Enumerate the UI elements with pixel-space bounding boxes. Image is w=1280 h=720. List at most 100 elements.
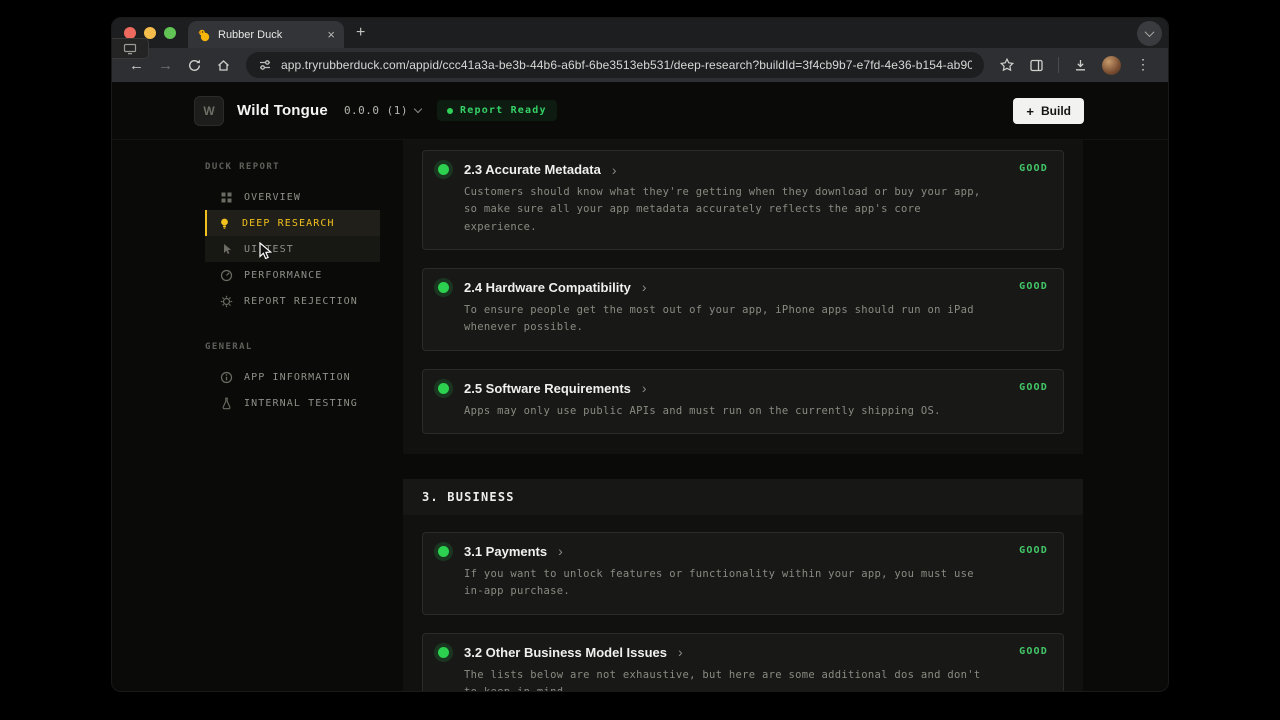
app-body: DUCK REPORT OVERVIEW — [112, 140, 1168, 691]
card-software-requirements[interactable]: 2.5 Software Requirements › GOOD Apps ma… — [422, 369, 1064, 434]
status-dot-icon — [438, 164, 449, 175]
browser-tab[interactable]: Rubber Duck × — [188, 21, 344, 48]
pointer-icon — [220, 243, 233, 256]
status-badge: GOOD — [1019, 163, 1048, 174]
status-dot-icon — [438, 546, 449, 557]
toolbar-right: ⋮ — [992, 56, 1158, 75]
tab-strip: Rubber Duck × + — [112, 18, 1168, 48]
card-title: 3.2 Other Business Model Issues — [464, 645, 667, 660]
sidebar-item-deep-research[interactable]: DEEP RESEARCH — [205, 210, 380, 236]
browser-toolbar: ← → app.tryrubberduck.com/appid/cc — [112, 48, 1168, 82]
chevron-down-icon — [414, 105, 422, 113]
screen-capture-indicator[interactable] — [112, 38, 149, 59]
report-content: 2.3 Accurate Metadata › GOOD Customers s… — [403, 140, 1083, 691]
card-payments[interactable]: 3.1 Payments › GOOD If you want to unloc… — [422, 532, 1064, 615]
tab-close-icon[interactable]: × — [327, 28, 335, 41]
profile-avatar[interactable] — [1102, 56, 1121, 75]
card-accurate-metadata[interactable]: 2.3 Accurate Metadata › GOOD Customers s… — [422, 150, 1064, 250]
card-hardware-compatibility[interactable]: 2.4 Hardware Compatibility › GOOD To ens… — [422, 268, 1064, 351]
status-badge: GOOD — [1019, 545, 1048, 556]
app-header: W Wild Tongue 0.0.0 (1) Report Ready + B… — [112, 82, 1168, 140]
app-name: Wild Tongue — [237, 102, 328, 119]
grid-icon — [220, 191, 233, 204]
status-dot-icon — [438, 383, 449, 394]
card-description: To ensure people get the most out of you… — [464, 302, 1048, 337]
sidebar-item-label: OVERVIEW — [244, 192, 301, 203]
sidebar-item-label: INTERNAL TESTING — [244, 398, 358, 409]
status-dot-icon — [438, 282, 449, 293]
status-dot-icon — [447, 108, 453, 114]
bookmark-star-icon[interactable] — [999, 57, 1015, 73]
status-dot-icon — [438, 647, 449, 658]
status-badge: GOOD — [1019, 281, 1048, 292]
back-icon[interactable]: ← — [129, 58, 144, 73]
sidebar-item-app-information[interactable]: APP INFORMATION — [205, 364, 380, 390]
card-description: If you want to unlock features or functi… — [464, 566, 1048, 601]
chevron-right-icon: › — [612, 163, 617, 177]
side-panel-icon[interactable] — [1029, 58, 1044, 73]
tab-title: Rubber Duck — [218, 29, 320, 41]
card-title: 2.3 Accurate Metadata — [464, 162, 601, 177]
sidebar-item-report-rejection[interactable]: REPORT REJECTION — [205, 288, 380, 314]
build-button-label: Build — [1041, 104, 1071, 118]
url-bar[interactable]: app.tryrubberduck.com/appid/ccc41a3a-be3… — [246, 52, 984, 78]
site-settings-icon[interactable] — [258, 58, 272, 72]
flask-icon — [220, 397, 233, 410]
plus-icon: + — [1026, 105, 1034, 118]
sidebar-item-label: PERFORMANCE — [244, 270, 322, 281]
status-badge: GOOD — [1019, 646, 1048, 657]
toolbar-divider — [1058, 57, 1059, 73]
card-group-guidelines-2: 2.3 Accurate Metadata › GOOD Customers s… — [403, 140, 1083, 454]
chevron-down-icon — [1145, 27, 1155, 37]
section-heading: 3. BUSINESS — [403, 479, 1083, 515]
chevron-right-icon: › — [558, 544, 563, 558]
home-icon[interactable] — [216, 58, 231, 73]
duck-favicon-icon — [197, 28, 211, 42]
chevron-right-icon: › — [678, 645, 683, 659]
forward-icon[interactable]: → — [158, 58, 173, 73]
info-icon — [220, 371, 233, 384]
browser-window: Rubber Duck × + ← → — [112, 18, 1168, 691]
new-tab-button[interactable]: + — [356, 25, 365, 41]
card-other-business-model-issues[interactable]: 3.2 Other Business Model Issues › GOOD T… — [422, 633, 1064, 692]
card-group-business: 3.1 Payments › GOOD If you want to unloc… — [403, 515, 1083, 691]
gauge-icon — [220, 269, 233, 282]
card-title: 2.5 Software Requirements — [464, 381, 631, 396]
card-title: 2.4 Hardware Compatibility — [464, 280, 631, 295]
section-business: 3. BUSINESS 3.1 Payments › GOOD If you w… — [403, 479, 1083, 691]
sidebar-item-label: DEEP RESEARCH — [242, 218, 335, 229]
lightbulb-icon — [218, 217, 231, 230]
report-status-badge: Report Ready — [437, 100, 557, 121]
card-description: Customers should know what they're getti… — [464, 184, 1048, 236]
mouse-cursor — [257, 242, 275, 267]
menu-kebab-icon[interactable]: ⋮ — [1136, 57, 1150, 73]
sidebar-item-ui-test[interactable]: UI TEST — [205, 236, 380, 262]
minimize-window-button[interactable] — [144, 27, 156, 39]
sidebar-item-overview[interactable]: OVERVIEW — [205, 184, 380, 210]
version-selector[interactable]: 0.0.0 (1) — [344, 104, 421, 117]
sidebar-item-label: APP INFORMATION — [244, 372, 351, 383]
chevron-right-icon: › — [642, 381, 647, 395]
url-text[interactable]: app.tryrubberduck.com/appid/ccc41a3a-be3… — [281, 58, 972, 72]
sidebar-item-performance[interactable]: PERFORMANCE — [205, 262, 380, 288]
sidebar-item-internal-testing[interactable]: INTERNAL TESTING — [205, 390, 380, 416]
tab-search-button[interactable] — [1137, 21, 1162, 46]
card-description: Apps may only use public APIs and must r… — [464, 403, 1048, 420]
version-label: 0.0.0 (1) — [344, 104, 408, 117]
app-icon: W — [194, 96, 224, 126]
sidebar-section-general: GENERAL — [205, 342, 390, 352]
card-description: The lists below are not exhaustive, but … — [464, 667, 1048, 692]
sidebar-section-duck-report: DUCK REPORT — [205, 162, 390, 172]
chevron-right-icon: › — [642, 280, 647, 294]
status-badge: GOOD — [1019, 382, 1048, 393]
reload-icon[interactable] — [187, 58, 202, 73]
status-text: Report Ready — [460, 105, 547, 116]
gear-icon — [220, 295, 233, 308]
download-icon[interactable] — [1073, 58, 1088, 73]
app-page: W Wild Tongue 0.0.0 (1) Report Ready + B… — [112, 82, 1168, 691]
zoom-window-button[interactable] — [164, 27, 176, 39]
card-title: 3.1 Payments — [464, 544, 547, 559]
sidebar: DUCK REPORT OVERVIEW — [112, 140, 390, 691]
build-button[interactable]: + Build — [1013, 98, 1084, 124]
display-icon — [123, 43, 137, 55]
